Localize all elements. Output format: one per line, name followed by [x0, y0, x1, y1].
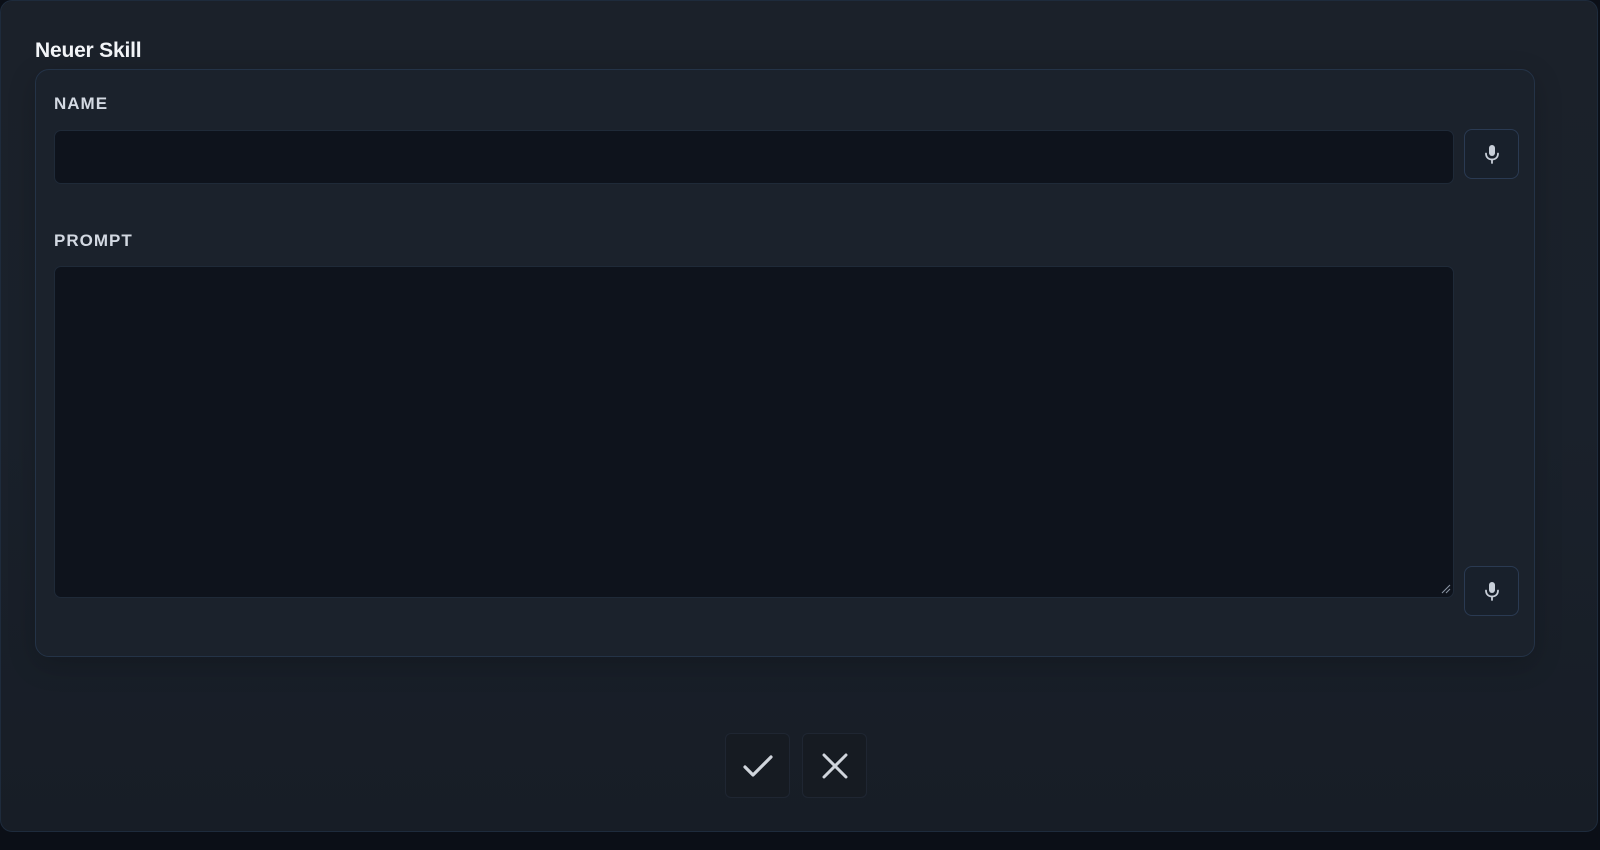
- name-label: NAME: [54, 94, 109, 113]
- confirm-button[interactable]: [725, 733, 790, 798]
- microphone-icon: [1484, 582, 1499, 601]
- close-icon: [822, 753, 847, 778]
- cancel-button[interactable]: [802, 733, 867, 798]
- prompt-textarea[interactable]: [54, 266, 1454, 598]
- name-input[interactable]: [54, 130, 1454, 184]
- dialog-title: Neuer Skill: [35, 39, 142, 62]
- prompt-label: PROMPT: [54, 231, 133, 250]
- new-skill-dialog: Neuer Skill NAME PROMPT: [0, 0, 1598, 832]
- skill-form-panel: NAME PROMPT: [35, 69, 1535, 657]
- check-icon: [742, 754, 773, 777]
- resize-handle-icon[interactable]: [1441, 584, 1451, 594]
- prompt-voice-input-button[interactable]: [1464, 566, 1519, 616]
- microphone-icon: [1484, 145, 1499, 164]
- name-voice-input-button[interactable]: [1464, 129, 1519, 179]
